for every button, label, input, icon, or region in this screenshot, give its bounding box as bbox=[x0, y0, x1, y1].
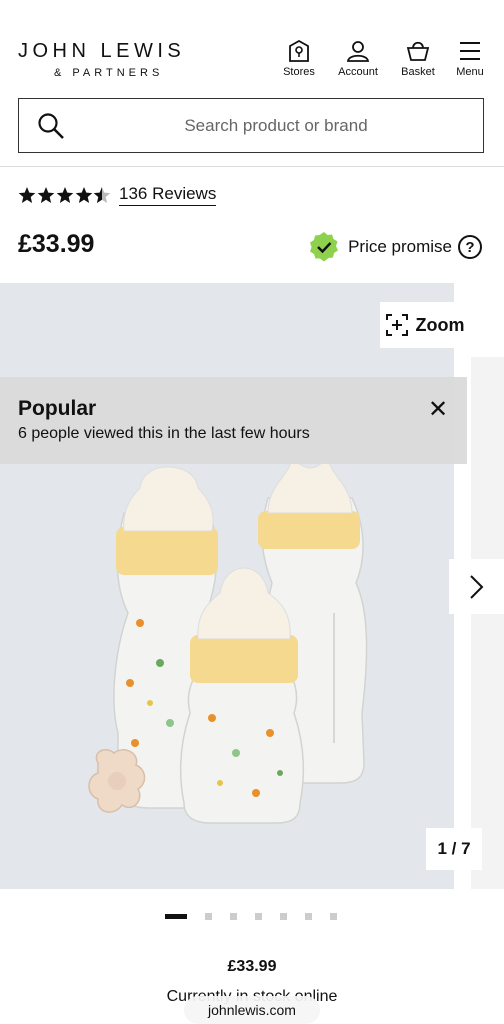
carousel-dot-2[interactable] bbox=[205, 913, 212, 920]
zoom-label: Zoom bbox=[415, 314, 465, 335]
search-input[interactable] bbox=[79, 99, 473, 153]
zoom-button[interactable]: Zoom bbox=[380, 302, 470, 348]
nav-menu[interactable]: Menu bbox=[440, 38, 500, 78]
nav-stores[interactable]: Stores bbox=[269, 38, 329, 78]
brand-name: JOHN LEWIS bbox=[18, 40, 186, 62]
nav-basket-label: Basket bbox=[401, 66, 435, 78]
search-bar[interactable] bbox=[18, 98, 484, 153]
reviews-link[interactable]: 136 Reviews bbox=[119, 184, 217, 206]
carousel-dot-6[interactable] bbox=[305, 913, 312, 920]
popular-banner: Popular 6 people viewed this in the last… bbox=[0, 377, 467, 464]
product-image bbox=[88, 459, 368, 824]
brand-logo[interactable]: JOHN LEWIS & PARTNERS bbox=[18, 40, 185, 79]
image-counter: 1 / 7 bbox=[426, 828, 482, 870]
sticky-price: £33.99 bbox=[227, 958, 277, 975]
check-badge-icon bbox=[310, 232, 339, 262]
nav-account-label: Account bbox=[338, 66, 378, 78]
soother bbox=[88, 749, 146, 813]
store-icon bbox=[289, 39, 309, 62]
chevron-right-icon bbox=[469, 574, 483, 599]
close-icon[interactable]: ✕ bbox=[428, 395, 448, 424]
stars-icon bbox=[18, 187, 111, 203]
rating-summary[interactable]: 136 Reviews bbox=[18, 184, 217, 206]
carousel-dots[interactable] bbox=[165, 913, 337, 920]
zoom-icon bbox=[385, 314, 408, 336]
next-image-button[interactable] bbox=[449, 559, 504, 614]
popular-title: Popular bbox=[18, 397, 97, 420]
browser-url-pill[interactable]: johnlewis.com bbox=[184, 996, 320, 1024]
search-icon bbox=[38, 113, 64, 139]
carousel-dot-4[interactable] bbox=[255, 913, 262, 920]
popular-text: 6 people viewed this in the last few hou… bbox=[18, 425, 310, 442]
brand-subname: & PARTNERS bbox=[54, 67, 164, 79]
nav-stores-label: Stores bbox=[283, 66, 315, 78]
next-image-peek bbox=[471, 357, 504, 889]
star-rating bbox=[18, 185, 111, 205]
product-price: £33.99 bbox=[18, 230, 95, 258]
price-promise[interactable]: Price promise ? bbox=[308, 231, 482, 263]
header-divider bbox=[0, 166, 504, 167]
menu-icon bbox=[460, 42, 480, 60]
carousel-dot-5[interactable] bbox=[280, 913, 287, 920]
help-icon[interactable]: ? bbox=[458, 235, 482, 259]
basket-icon bbox=[406, 41, 430, 61]
product-image-gallery[interactable] bbox=[0, 283, 454, 889]
nav-account[interactable]: Account bbox=[328, 38, 388, 78]
nav-basket[interactable]: Basket bbox=[388, 38, 448, 78]
nav-menu-label: Menu bbox=[456, 66, 484, 78]
carousel-dot-1[interactable] bbox=[165, 914, 187, 919]
site-header: JOHN LEWIS & PARTNERS Stores Account Bas… bbox=[0, 0, 504, 90]
price-promise-label: Price promise bbox=[348, 237, 452, 256]
carousel-dot-7[interactable] bbox=[330, 913, 337, 920]
account-icon bbox=[346, 41, 370, 62]
carousel-dot-3[interactable] bbox=[230, 913, 237, 920]
